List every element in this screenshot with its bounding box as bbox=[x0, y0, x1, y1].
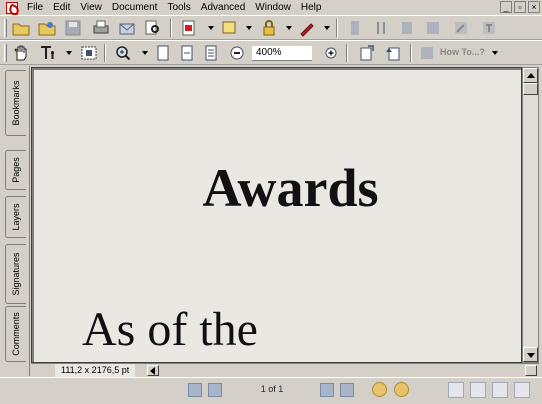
zoom-level-field[interactable]: 400% bbox=[252, 46, 312, 61]
email-icon[interactable] bbox=[118, 19, 136, 37]
how-to-label[interactable]: How To...? bbox=[440, 47, 485, 57]
hand-tool-icon[interactable] bbox=[12, 44, 30, 62]
fit-width-icon[interactable] bbox=[202, 44, 220, 62]
text-box-icon[interactable] bbox=[480, 19, 498, 37]
next-page-button[interactable] bbox=[320, 383, 334, 397]
file-toolbar bbox=[0, 15, 542, 40]
minimize-button[interactable]: _ bbox=[500, 1, 512, 13]
single-page-layout-icon[interactable] bbox=[448, 382, 464, 398]
fit-page-icon[interactable] bbox=[178, 44, 196, 62]
next-view-icon[interactable] bbox=[394, 382, 409, 397]
tab-bookmarks[interactable]: Bookmarks bbox=[5, 70, 26, 136]
page-indicator[interactable]: 1 of 1 bbox=[252, 384, 292, 394]
status-bar: 1 of 1 bbox=[0, 377, 542, 404]
tab-bookmarks-label: Bookmarks bbox=[11, 80, 21, 126]
continuous-layout-icon[interactable] bbox=[470, 382, 486, 398]
tab-comments[interactable]: Comments bbox=[5, 306, 26, 362]
window-controls: _ ▫ × bbox=[500, 1, 540, 13]
document-body-text: As of the bbox=[82, 303, 258, 356]
search-document-icon[interactable] bbox=[144, 19, 162, 37]
attach-icon[interactable] bbox=[398, 19, 416, 37]
zoom-dropdown-icon[interactable] bbox=[142, 51, 148, 55]
create-pdf-dropdown-icon[interactable] bbox=[208, 26, 214, 30]
link-icon[interactable] bbox=[372, 19, 390, 37]
create-pdf-icon[interactable] bbox=[180, 19, 198, 37]
menu-bar: File Edit View Document Tools Advanced W… bbox=[0, 0, 542, 15]
zoom-out-icon[interactable] bbox=[228, 44, 246, 62]
select-dropdown-icon[interactable] bbox=[66, 51, 72, 55]
secure-lock-icon[interactable] bbox=[260, 19, 278, 37]
scroll-left-button[interactable] bbox=[147, 365, 159, 376]
select-text-icon[interactable] bbox=[38, 44, 56, 62]
how-to-icon[interactable] bbox=[418, 44, 436, 62]
close-button[interactable]: × bbox=[528, 1, 540, 13]
page-size-readout: 111,2 x 2176,5 pt bbox=[55, 364, 136, 377]
toolbar-separator bbox=[346, 44, 348, 62]
edit-pencil-icon[interactable] bbox=[452, 19, 470, 37]
scroll-right-button[interactable] bbox=[525, 365, 537, 376]
tab-comments-label: Comments bbox=[11, 312, 21, 356]
toolbar-separator bbox=[104, 44, 106, 62]
first-page-button[interactable] bbox=[188, 383, 202, 397]
vertical-scrollbar[interactable] bbox=[522, 67, 539, 363]
menu-edit[interactable]: Edit bbox=[48, 0, 75, 15]
navigation-panel: Bookmarks Pages Layers Signatures Commen… bbox=[0, 66, 30, 376]
toolbar-separator bbox=[336, 19, 338, 37]
form-icon[interactable] bbox=[346, 19, 364, 37]
actual-size-icon[interactable] bbox=[154, 44, 172, 62]
toolbar-grip[interactable] bbox=[4, 19, 7, 37]
menu-file[interactable]: File bbox=[22, 0, 48, 15]
tab-signatures[interactable]: Signatures bbox=[5, 244, 26, 304]
facing-layout-icon[interactable] bbox=[492, 382, 508, 398]
acrobat-app-icon[interactable] bbox=[6, 1, 18, 14]
sign-dropdown-icon[interactable] bbox=[324, 26, 330, 30]
horizontal-scrollbar[interactable]: 111,2 x 2176,5 pt bbox=[31, 363, 539, 377]
rotate-view-icon[interactable] bbox=[358, 44, 376, 62]
how-to-dropdown-icon[interactable] bbox=[492, 51, 498, 55]
zoom-in-plus-icon[interactable] bbox=[322, 44, 340, 62]
view-toolbar: 400% How To...? bbox=[0, 40, 542, 65]
review-comment-icon[interactable] bbox=[220, 19, 238, 37]
document-heading: Awards bbox=[202, 158, 379, 218]
save-icon[interactable] bbox=[64, 19, 82, 37]
last-page-button[interactable] bbox=[340, 383, 354, 397]
toolbar-separator bbox=[410, 44, 412, 62]
print-icon[interactable] bbox=[92, 19, 110, 37]
scroll-down-button[interactable] bbox=[523, 347, 538, 362]
menu-window[interactable]: Window bbox=[250, 0, 296, 15]
rotate-page-icon[interactable] bbox=[384, 44, 402, 62]
previous-view-icon[interactable] bbox=[372, 382, 387, 397]
tab-pages[interactable]: Pages bbox=[5, 150, 26, 190]
previous-page-button[interactable] bbox=[208, 383, 222, 397]
secure-dropdown-icon[interactable] bbox=[286, 26, 292, 30]
tab-layers[interactable]: Layers bbox=[5, 196, 26, 238]
page-layout-icon[interactable] bbox=[424, 19, 442, 37]
document-view: Awards As of the bbox=[31, 67, 522, 363]
sign-pen-icon[interactable] bbox=[298, 19, 316, 37]
tab-layers-label: Layers bbox=[11, 203, 21, 231]
scroll-thumb[interactable] bbox=[523, 83, 538, 95]
menu-document[interactable]: Document bbox=[107, 0, 163, 15]
review-dropdown-icon[interactable] bbox=[246, 26, 252, 30]
toolbar-separator bbox=[170, 19, 172, 37]
organizer-icon[interactable] bbox=[38, 19, 56, 37]
open-folder-icon[interactable] bbox=[12, 19, 30, 37]
menu-help[interactable]: Help bbox=[296, 0, 327, 15]
tab-pages-label: Pages bbox=[11, 157, 21, 183]
document-page[interactable]: Awards As of the bbox=[34, 70, 521, 362]
restore-button[interactable]: ▫ bbox=[514, 1, 526, 13]
toolbar-grip[interactable] bbox=[4, 44, 7, 62]
tab-signatures-label: Signatures bbox=[11, 252, 21, 296]
scroll-up-button[interactable] bbox=[523, 68, 538, 83]
menu-tools[interactable]: Tools bbox=[162, 0, 195, 15]
continuous-facing-layout-icon[interactable] bbox=[514, 382, 530, 398]
zoom-in-icon[interactable] bbox=[114, 44, 132, 62]
snapshot-icon[interactable] bbox=[80, 44, 98, 62]
menu-advanced[interactable]: Advanced bbox=[196, 0, 250, 15]
menu-view[interactable]: View bbox=[75, 0, 107, 15]
